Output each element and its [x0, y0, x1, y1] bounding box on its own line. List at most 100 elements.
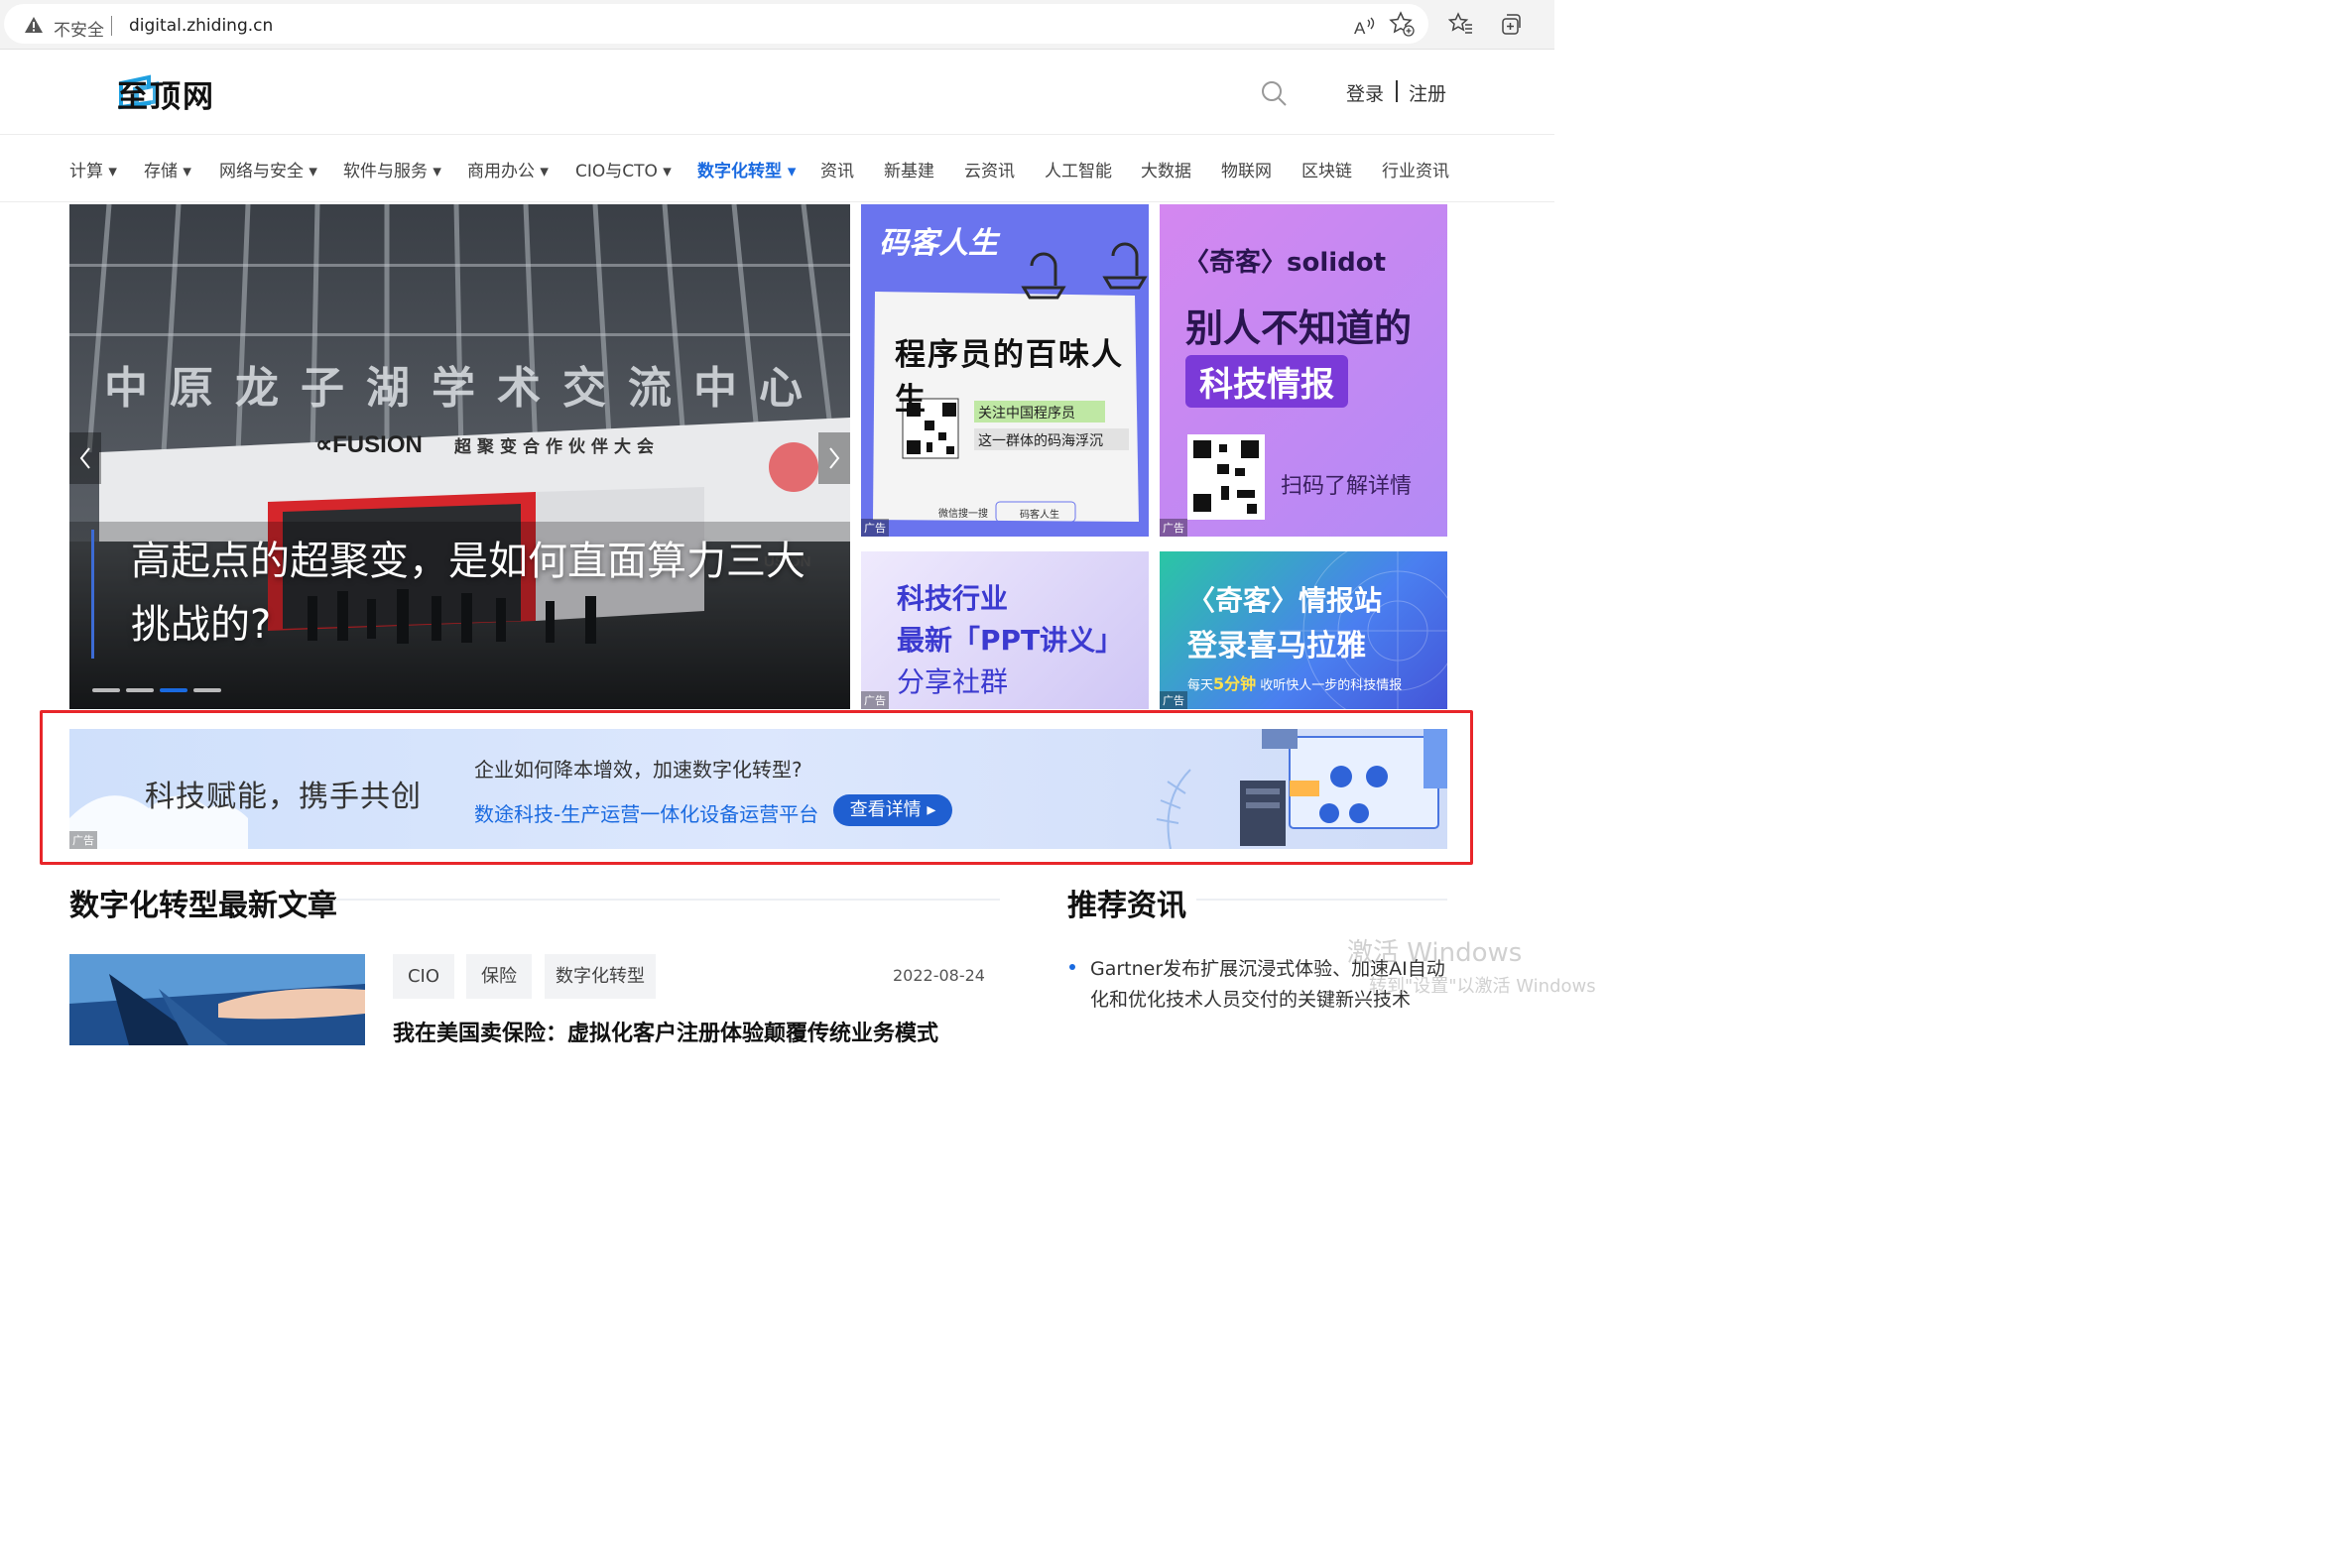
nav-item-compute[interactable]: 计算 ▾ [69, 157, 117, 181]
os-watermark-sub: 转到"设置"以激活 Windows [1369, 976, 1596, 997]
ad-line-post: 收听快人一步的科技情报 [1256, 678, 1403, 693]
os-watermark: 激活 Windows [1347, 938, 1523, 968]
browser-toolbar: 不安全 digital.zhiding.cn A [0, 0, 1554, 50]
section-divider [1196, 899, 1447, 901]
ad-label: 广告 [861, 691, 889, 709]
ad-line: 每天5分钟 收听快人一步的科技情报 [1187, 670, 1402, 694]
address-bar[interactable]: 不安全 digital.zhiding.cn A [4, 4, 1428, 44]
nav-item-cio-cto[interactable]: CIO与CTO ▾ [575, 157, 672, 181]
nav-item-industry[interactable]: 行业资讯 [1382, 157, 1449, 181]
ad-tile-solidot[interactable]: 〈奇客〉solidot 别人不知道的 科技情报 扫码了解详情 广告 [1160, 204, 1447, 537]
carousel-dot[interactable] [126, 688, 154, 692]
nav-item-cloud[interactable]: 云资讯 [964, 157, 1015, 181]
article-tag[interactable]: CIO [393, 954, 454, 999]
nav-item-digital-transformation[interactable]: 数字化转型 ▾ [697, 157, 796, 181]
favorites-icon[interactable] [1448, 11, 1474, 37]
nav-label: 网络与安全 [219, 162, 304, 181]
nav-label: 数字化转型 [697, 162, 782, 181]
nav-item-software-services[interactable]: 软件与服务 ▾ [343, 157, 441, 181]
ad-highlight: 科技情报 [1185, 355, 1348, 408]
ad-line: 最新「PPT讲义」 [897, 624, 1124, 657]
carousel-dot[interactable] [193, 688, 221, 692]
nav-item-iot[interactable]: 物联网 [1221, 157, 1272, 181]
search-icon[interactable] [1260, 79, 1288, 107]
warning-icon[interactable] [24, 16, 44, 34]
nav-item-blockchain[interactable]: 区块链 [1301, 157, 1352, 181]
banner-slogan: 科技赋能，携手共创 [145, 780, 422, 814]
ad-label: 广告 [861, 519, 889, 537]
ad-brand: 〈奇客〉solidot [1183, 242, 1386, 279]
article-tag[interactable]: 保险 [466, 954, 532, 999]
bullet-icon [1069, 964, 1075, 970]
ad-line: 〈奇客〉情报站 [1187, 584, 1383, 617]
latest-articles-title: 数字化转型最新文章 [69, 889, 337, 923]
ad-cta: 扫码了解详情 [1281, 474, 1413, 499]
ad-line: 科技行业 [897, 582, 1009, 615]
ad-tile-ppt[interactable]: 科技行业 最新「PPT讲义」 分享社群 广告 [861, 551, 1149, 709]
banner-question: 企业如何降本增效，加速数字化转型? [474, 758, 803, 782]
caret-right-icon: ▸ [927, 799, 936, 820]
nav-label: 存储 [144, 162, 178, 181]
nav-item-network-security[interactable]: 网络与安全 ▾ [219, 157, 317, 181]
ad-label: 广告 [1160, 519, 1187, 537]
nav-item-new-infrastructure[interactable]: 新基建 [884, 157, 934, 181]
ad-label: 广告 [1160, 691, 1187, 709]
carousel-dot[interactable] [92, 688, 120, 692]
nav-item-storage[interactable]: 存储 ▾ [144, 157, 191, 181]
nav-label: 计算 [69, 162, 103, 181]
register-link[interactable]: 注册 [1409, 79, 1446, 106]
main-nav: 计算 ▾ 存储 ▾ 网络与安全 ▾ 软件与服务 ▾ 商用办公 ▾ CIO与CTO… [0, 149, 1554, 188]
hero-title[interactable]: 高起点的超聚变，是如何直面算力三大挑战的? [131, 530, 825, 657]
read-aloud-icon[interactable]: A [1351, 15, 1377, 41]
carousel-indicators [92, 677, 227, 696]
ad-line: 别人不知道的 [1185, 306, 1413, 350]
header-divider [0, 134, 1554, 135]
section-divider [335, 899, 1000, 901]
banner-button-label: 查看详情 [849, 799, 922, 820]
banner-link[interactable]: 数途科技-生产运营一体化设备运营平台 [474, 798, 818, 827]
ad-tile-himalaya[interactable]: 〈奇客〉情报站 登录喜马拉雅 每天5分钟 收听快人一步的科技情报 广告 [1160, 551, 1447, 709]
banner-details-button[interactable]: 查看详情 ▸ [833, 794, 952, 826]
url-text[interactable]: digital.zhiding.cn [129, 16, 273, 36]
nav-label: CIO与CTO [575, 162, 658, 181]
hero-carousel[interactable]: 中原龙子湖学术交流中心 ∝FUSION 超聚变合作伙伴大会 USION 高起点的… [69, 204, 850, 709]
carousel-next-button[interactable] [818, 432, 850, 484]
add-favorite-icon[interactable] [1389, 11, 1415, 37]
login-link[interactable]: 登录 [1346, 79, 1384, 106]
ad-line: 关注中国程序员 [978, 406, 1075, 422]
svg-text:∝FUSION: ∝FUSION [315, 431, 423, 458]
ad-line-highlight: 5分钟 [1213, 674, 1257, 693]
article-thumbnail[interactable] [69, 954, 365, 1045]
nav-label: 商用办公 [467, 162, 535, 181]
qr-code-icon [1187, 434, 1265, 520]
hero-title-accent [91, 530, 94, 659]
carousel-prev-button[interactable] [69, 432, 101, 484]
nav-item-big-data[interactable]: 大数据 [1141, 157, 1191, 181]
ad-line: 这一群体的码海浮沉 [978, 433, 1103, 449]
recommended-title: 推荐资讯 [1067, 889, 1186, 923]
nav-divider [0, 201, 1554, 202]
chevron-left-icon [79, 447, 90, 469]
nav-item-office[interactable]: 商用办公 ▾ [467, 157, 549, 181]
security-label[interactable]: 不安全 [54, 16, 104, 41]
svg-text:超聚变合作伙伴大会: 超聚变合作伙伴大会 [454, 436, 660, 457]
article-tag[interactable]: 数字化转型 [545, 954, 656, 999]
ad-line: 分享社群 [897, 665, 1009, 698]
ad-brand-right: solidot [1287, 248, 1387, 278]
ad-line-pre: 每天 [1187, 678, 1214, 693]
ad-label: 广告 [69, 831, 97, 849]
article-title[interactable]: 我在美国卖保险：虚拟化客户注册体验颠覆传统业务模式 [393, 1016, 938, 1047]
nav-label: 软件与服务 [343, 162, 428, 181]
carousel-dot-active[interactable] [160, 688, 187, 692]
ad-line: 登录喜马拉雅 [1187, 629, 1366, 663]
article-image [69, 954, 365, 1045]
ad-tile-coder-life[interactable]: 码客人生 程序员的百味人生 关注中国程序员 这一群体的码海浮沉 微信搜一搜 码客… [861, 204, 1149, 537]
banner-ad[interactable]: 科技赋能，携手共创 企业如何降本增效，加速数字化转型? 数途科技-生产运营一体化… [69, 729, 1447, 849]
ad-brand-left: 〈奇客〉 [1183, 248, 1288, 278]
collections-icon[interactable] [1498, 11, 1524, 37]
article-date: 2022-08-24 [893, 966, 985, 985]
site-logo-text[interactable]: 至顶网 [117, 71, 215, 116]
nav-item-ai[interactable]: 人工智能 [1045, 157, 1112, 181]
nav-item-news[interactable]: 资讯 [820, 157, 854, 181]
svg-text:中原龙子湖学术交流中心: 中原龙子湖学术交流中心 [104, 363, 824, 414]
